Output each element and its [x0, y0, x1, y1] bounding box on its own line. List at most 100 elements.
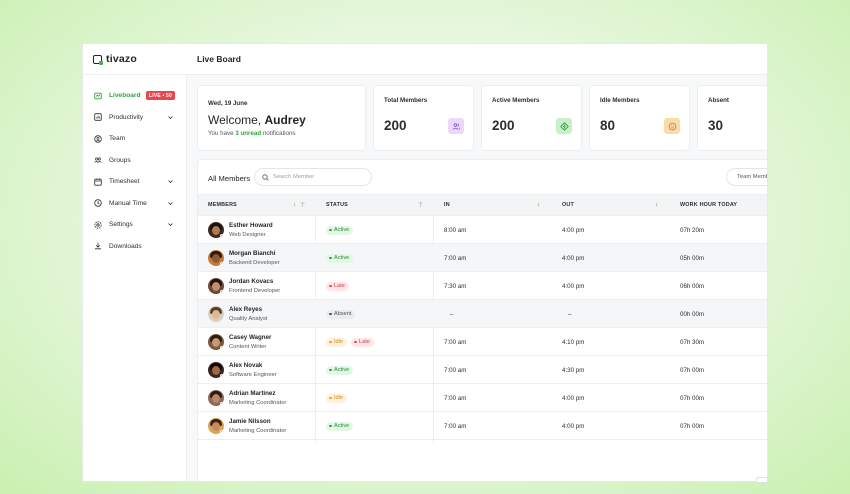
avatar: [208, 362, 224, 378]
status-badge: Absent: [326, 309, 356, 319]
status-badge: Active: [326, 365, 354, 375]
table-row[interactable]: Adrian Martinez Marketing Coordinator Id…: [198, 384, 767, 412]
member-role: Backend Developer: [229, 260, 280, 266]
member-role: Marketing Coordinator: [229, 428, 287, 434]
sidebar-item-productivity[interactable]: Productivity: [83, 107, 186, 129]
sidebar-item-label: Productivity: [109, 113, 144, 121]
live-icon: [94, 92, 102, 100]
work-hours: 06h 00m: [680, 283, 705, 290]
sidebar-item-liveboard[interactable]: Liveboard LIVE • 50: [83, 85, 186, 107]
col-in-header[interactable]: IN: [444, 202, 450, 208]
main-content: Wed, 19 June Welcome, Audrey You have 3 …: [187, 75, 767, 481]
member-name: Jamie Nilsson: [229, 418, 271, 425]
in-time: 7:00 am: [444, 367, 467, 374]
sidebar-item-label: Groups: [109, 156, 131, 164]
table-row[interactable]: Casey Wagner Content Writer Idle Late 7:…: [198, 328, 767, 356]
table-row[interactable]: Alex Reyes Quality Analyst Absent – – 00…: [198, 300, 767, 328]
team-filter-dropdown[interactable]: Team Memb: [726, 168, 767, 186]
col-status-header[interactable]: STATUS: [326, 202, 348, 208]
out-time: 4:00 pm: [562, 227, 585, 234]
in-time: 7:30 am: [444, 283, 467, 290]
stat-label: Active Members: [492, 97, 540, 104]
sidebar-item-label: Timesheet: [109, 178, 140, 186]
status-cell: Active: [326, 356, 354, 384]
table-row[interactable]: Esther Howard Web Designer Active 8:00 a…: [198, 216, 767, 244]
table-row[interactable]: Jordan Kovacs Frontend Developer Late 7:…: [198, 272, 767, 300]
logo-icon: [93, 54, 103, 65]
in-time: 7:00 am: [444, 339, 467, 346]
avatar: [208, 250, 224, 266]
active-icon: [556, 118, 572, 134]
sidebar-item-settings[interactable]: Settings: [83, 214, 186, 236]
work-hours: 07h 00m: [680, 367, 705, 374]
user-name: Audrey: [264, 113, 306, 127]
status-cell: Absent: [326, 300, 356, 328]
table-row[interactable]: Jamie Nilsson Marketing Coordinator Acti…: [198, 412, 767, 440]
out-time: 4:00 pm: [562, 255, 585, 262]
stat-value: 200: [384, 118, 407, 133]
in-time: 8:00 am: [444, 227, 467, 234]
avatar: [208, 222, 224, 238]
clock-icon: [94, 199, 102, 207]
member-name: Adrian Martinez: [229, 390, 276, 397]
work-hours: 07h 00m: [680, 423, 705, 430]
sidebar: Liveboard LIVE • 50 Productivity Team Gr…: [83, 75, 187, 481]
sort-desc-icon[interactable]: ↓: [293, 202, 296, 208]
col-work-header[interactable]: WORK HOUR TODAY: [680, 202, 737, 208]
sidebar-item-groups[interactable]: Groups: [83, 150, 186, 172]
brand-logo[interactable]: tivazo: [93, 53, 137, 65]
sort-desc-icon[interactable]: ↓: [537, 202, 540, 208]
download-icon: [94, 242, 102, 250]
members-panel: All Members Team Memb MEMBERS ↓ ⊤ STATUS…: [197, 159, 767, 481]
search-icon: [262, 173, 269, 181]
status-badge: Active: [326, 225, 354, 235]
filter-icon[interactable]: ⊤: [418, 202, 423, 209]
status-cell: Active: [326, 244, 354, 272]
in-time: 7:00 am: [444, 395, 467, 402]
chevron-down-icon: [168, 180, 173, 184]
sidebar-item-downloads[interactable]: Downloads: [83, 236, 186, 258]
chevron-down-icon: [168, 201, 173, 205]
notification-summary: You have 3 unread notifications: [208, 130, 296, 137]
avatar: [208, 390, 224, 406]
member-name: Casey Wagner: [229, 334, 272, 341]
col-out-header[interactable]: OUT: [562, 202, 574, 208]
avatar: [208, 306, 224, 322]
table-row[interactable]: Alex Novak Software Engineer Active 7:00…: [198, 356, 767, 384]
avatar: [208, 334, 224, 350]
member-role: Frontend Developer: [229, 288, 281, 294]
member-search[interactable]: [254, 168, 372, 186]
status-badge: Idle: [326, 337, 348, 347]
work-hours: 07h 00m: [680, 395, 705, 402]
scrollbar-thumb[interactable]: [756, 477, 768, 483]
member-name: Morgan Bianchi: [229, 250, 276, 257]
work-hours: 00h 00m: [680, 311, 705, 318]
sort-desc-icon[interactable]: ↓: [655, 202, 658, 208]
stat-card-absent: Absent 30: [697, 85, 767, 151]
table-header: MEMBERS ↓ ⊤ STATUS ⊤ IN ↓ OUT ↓ WORK HOU…: [198, 194, 767, 216]
status-badge: Late: [351, 337, 374, 347]
member-role: Software Engineer: [229, 372, 277, 378]
sidebar-item-manual-time[interactable]: Manual Time: [83, 193, 186, 215]
filter-icon[interactable]: ⊤: [300, 202, 305, 209]
chevron-down-icon: [168, 115, 173, 119]
live-badge: LIVE • 50: [146, 91, 176, 100]
table-row[interactable]: Morgan Bianchi Backend Developer Active …: [198, 244, 767, 272]
stat-value: 80: [600, 118, 616, 133]
gear-icon: [94, 221, 102, 229]
member-role: Quality Analyst: [229, 316, 268, 322]
status-cell: Active: [326, 216, 354, 244]
sidebar-item-timesheet[interactable]: Timesheet: [83, 171, 186, 193]
status-badge: Active: [326, 253, 354, 263]
sidebar-item-label: Manual Time: [109, 199, 147, 207]
chevron-down-icon: [168, 223, 173, 227]
sidebar-item-label: Downloads: [109, 242, 142, 250]
sidebar-item-label: Liveboard: [109, 92, 141, 100]
search-input[interactable]: [273, 174, 363, 180]
sidebar-item-team[interactable]: Team: [83, 128, 186, 150]
status-cell: Idle Late: [326, 328, 374, 356]
team-icon: [94, 135, 102, 143]
unread-count-link[interactable]: 3 unread: [235, 130, 261, 137]
status-cell: Active: [326, 412, 354, 440]
col-members-header[interactable]: MEMBERS: [208, 202, 237, 208]
